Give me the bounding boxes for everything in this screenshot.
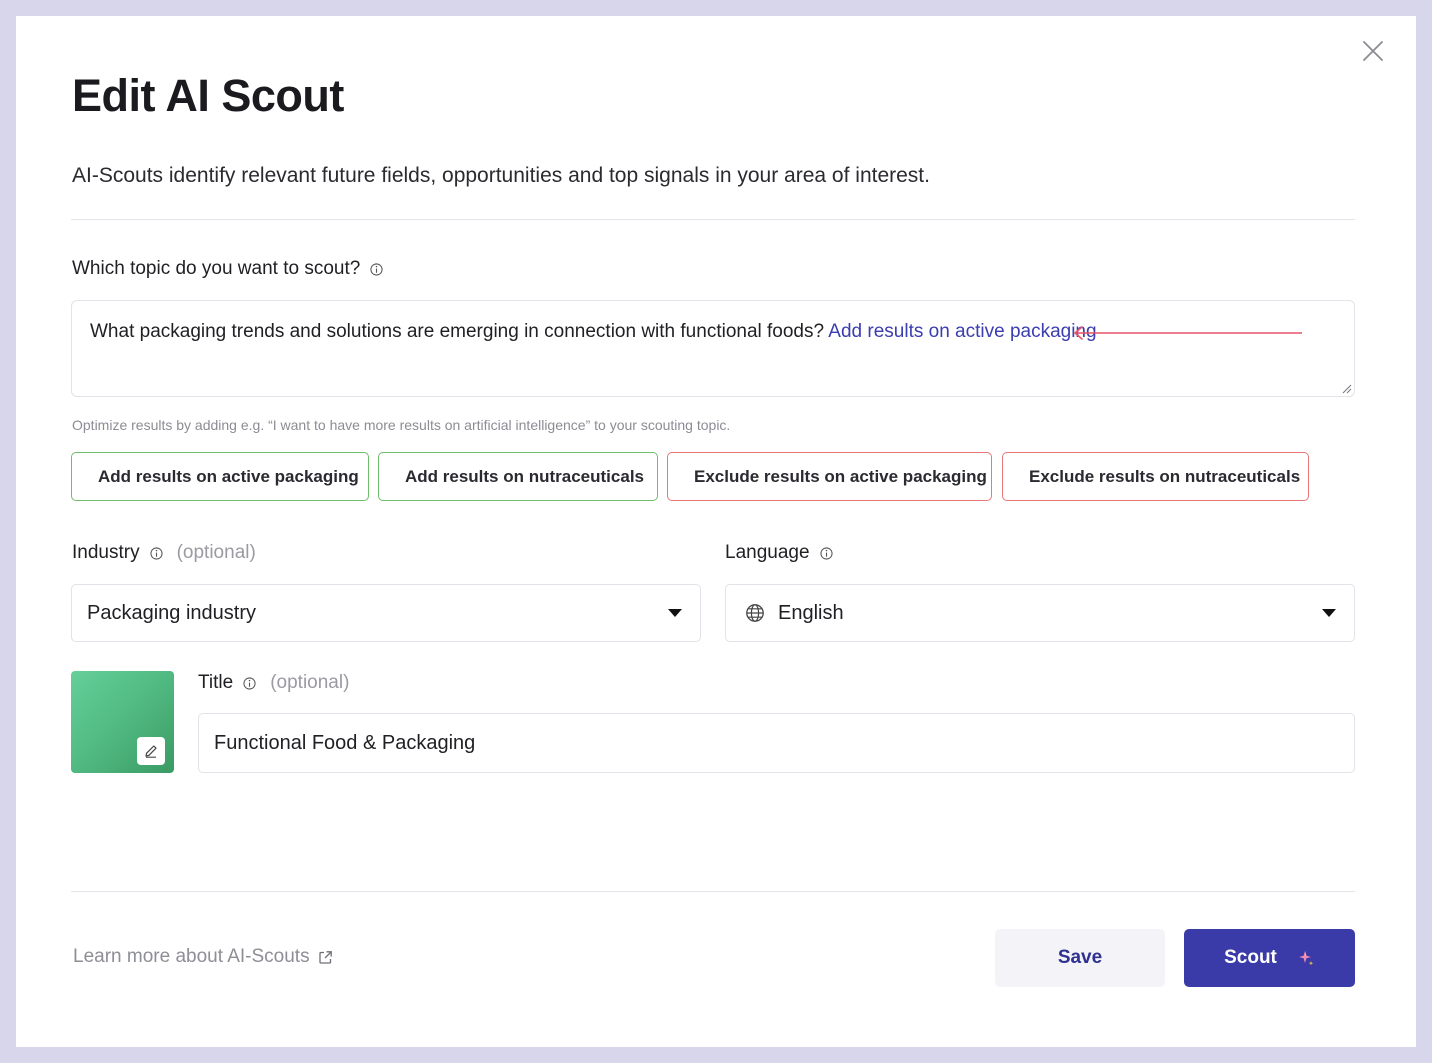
external-link-icon <box>318 950 332 964</box>
suggestion-exclude-nutraceuticals[interactable]: Exclude results on nutraceuticals <box>1002 452 1309 501</box>
optional-tag: (optional) <box>270 672 350 693</box>
language-label-row: Language <box>725 542 833 564</box>
topic-textarea[interactable]: What packaging trends and solutions are … <box>71 300 1355 397</box>
optional-tag: (optional) <box>176 542 256 563</box>
info-icon[interactable] <box>819 546 833 560</box>
topic-text: What packaging trends and solutions are … <box>90 321 829 342</box>
industry-select[interactable]: Packaging industry <box>71 584 701 642</box>
title-input[interactable]: Functional Food & Packaging <box>198 713 1355 773</box>
info-icon[interactable] <box>150 546 163 560</box>
topic-label: Which topic do you want to scout? <box>72 258 361 279</box>
title-label-row: Title (optional) <box>198 672 349 694</box>
chip-label: Exclude results on nutraceuticals <box>1029 466 1301 486</box>
suggestion-exclude-active-packaging[interactable]: Exclude results on active packaging <box>667 452 992 501</box>
title-value: Functional Food & Packaging <box>214 731 476 754</box>
save-button-label: Save <box>1057 947 1103 968</box>
info-icon[interactable] <box>243 676 256 690</box>
title-label: Title <box>198 672 234 693</box>
scout-image-thumbnail[interactable] <box>71 671 174 773</box>
industry-value: Packaging industry <box>87 601 256 624</box>
chip-label: Add results on nutraceuticals <box>405 466 644 486</box>
close-button[interactable] <box>1360 38 1386 64</box>
globe-icon <box>746 604 764 622</box>
resize-handle-icon[interactable] <box>1342 384 1352 394</box>
edit-ai-scout-dialog: Edit AI Scout AI-Scouts identify relevan… <box>16 16 1416 1047</box>
edit-image-button[interactable] <box>137 737 165 765</box>
caret-down-icon <box>668 609 682 617</box>
scout-button[interactable]: Scout <box>1184 929 1355 987</box>
annotation-arrow-icon <box>1074 326 1302 340</box>
industry-label: Industry <box>72 542 140 563</box>
scout-button-label: Scout <box>1224 947 1277 968</box>
topic-added-text: Add results on active packaging <box>828 321 1097 342</box>
language-value: English <box>778 601 844 624</box>
topic-hint: Optimize results by adding e.g. “I want … <box>72 417 731 433</box>
sparkle-icon <box>1298 951 1314 966</box>
info-icon[interactable] <box>370 262 383 276</box>
chip-label: Add results on active packaging <box>98 466 359 486</box>
save-button[interactable]: Save <box>995 929 1165 987</box>
topic-label-row: Which topic do you want to scout? <box>72 258 383 280</box>
dialog-title: Edit AI Scout <box>72 70 344 121</box>
industry-label-row: Industry (optional) <box>72 542 256 564</box>
language-select[interactable]: English <box>725 584 1355 642</box>
dialog-subtitle: AI-Scouts identify relevant future field… <box>72 164 930 187</box>
suggestion-add-active-packaging[interactable]: Add results on active packaging <box>71 452 369 501</box>
pencil-icon <box>145 745 157 758</box>
suggestion-add-nutraceuticals[interactable]: Add results on nutraceuticals <box>378 452 658 501</box>
footer-divider <box>71 891 1355 892</box>
header-divider <box>71 219 1355 220</box>
caret-down-icon <box>1322 609 1336 617</box>
language-label: Language <box>725 542 810 563</box>
close-icon <box>1363 41 1383 61</box>
chip-label: Exclude results on active packaging <box>694 466 987 486</box>
learn-more-link[interactable]: Learn more about AI-Scouts <box>73 946 333 968</box>
learn-more-label: Learn more about AI-Scouts <box>73 946 310 967</box>
